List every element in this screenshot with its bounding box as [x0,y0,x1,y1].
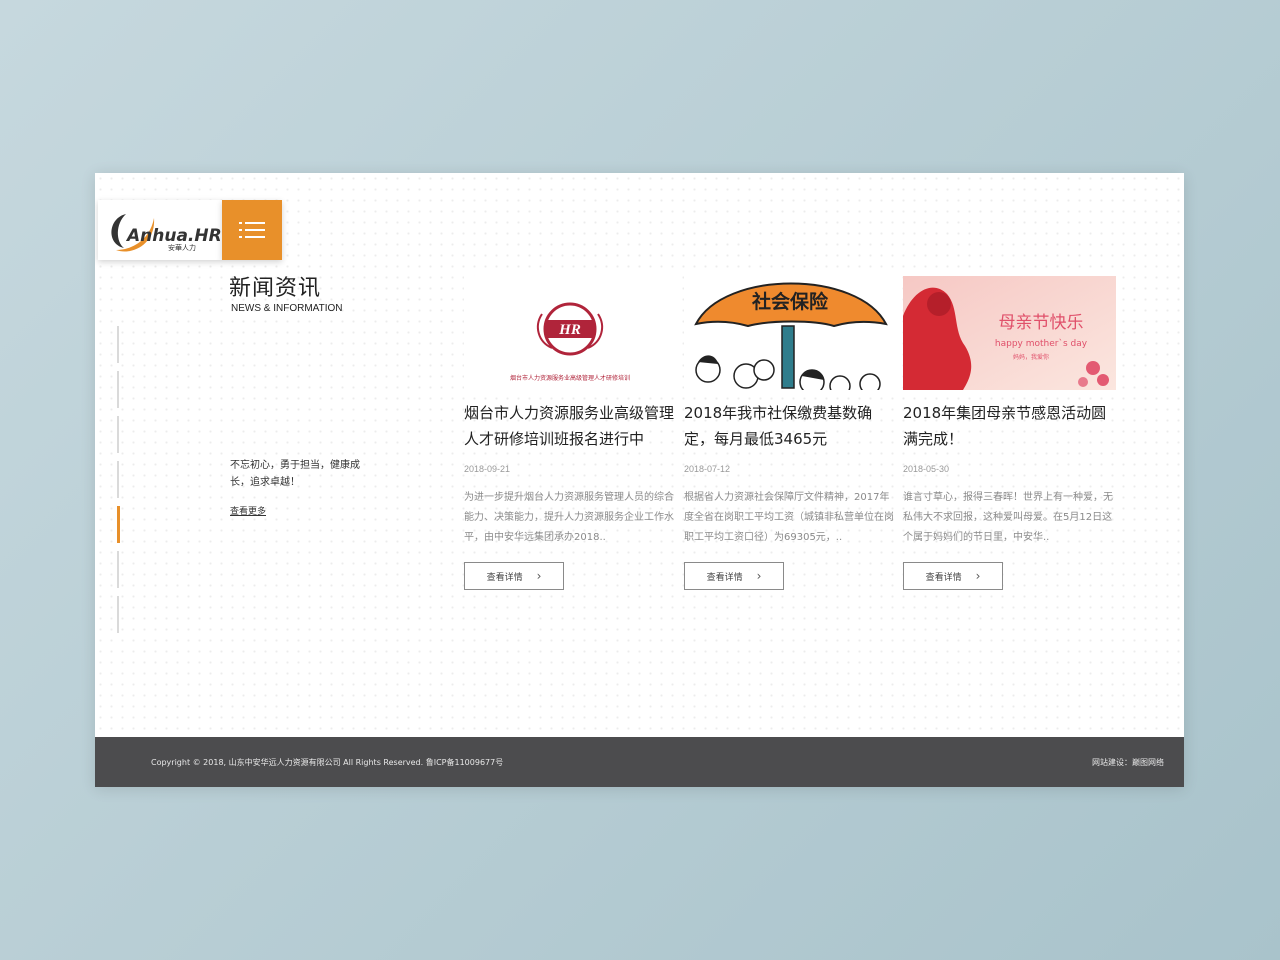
page-container: Anhua.HR 安華人力 新闻资讯 NEWS & INFORMATION 不忘… [95,173,1184,787]
logo-text: Anhua.HR [125,226,222,246]
rail-item-1[interactable] [117,326,119,363]
logo-icon: Anhua.HR 安華人力 [111,214,222,252]
news-detail-button[interactable]: 查看详情 › [684,562,784,590]
hr-emblem-icon: HR [558,322,581,338]
thumb-caption: 社会保险 [751,290,829,313]
hamburger-icon [239,222,265,238]
news-date: 2018-07-12 [684,464,731,474]
news-excerpt: 根据省人力资源社会保障厅文件精神，2017年度全省在岗职工平均工资（城镇非私营单… [684,492,894,543]
menu-button[interactable] [222,200,282,260]
thumb-caption-small: 妈妈，我爱你 [1013,353,1049,361]
rail-item-2[interactable] [117,371,119,408]
button-label: 查看详情 [925,572,962,583]
copyright-text: Copyright © 2018, 山东中安华远人力资源有限公司 All Rig… [151,758,504,767]
news-title[interactable]: 2018年我市社保缴费基数确定，每月最低3465元 [684,400,897,452]
view-more-link[interactable]: 查看更多 [230,504,266,517]
chevron-right-icon: › [975,569,981,583]
thumb-caption-en: happy mother`s day [995,338,1088,349]
news-date: 2018-05-30 [903,464,950,474]
news-thumbnail-3[interactable]: 母亲节快乐 happy mother`s day 妈妈，我爱你 [903,276,1116,390]
rail-item-7[interactable] [117,596,119,633]
news-detail-button[interactable]: 查看详情 › [903,562,1003,590]
logo-subtext: 安華人力 [168,243,196,252]
site-logo[interactable]: Anhua.HR 安華人力 [98,200,222,260]
rail-item-4[interactable] [117,461,119,498]
section-title: 新闻资讯 [229,276,322,301]
news-card-2[interactable]: 社会保险 2018年我市社保缴费基数确定，每月最低3465元 2018-07-1… [684,276,897,590]
rail-item-6[interactable] [117,551,119,588]
site-builder-link[interactable]: 网站建设：巅图网络 [1092,757,1164,768]
section-subtitle: NEWS & INFORMATION [231,303,343,314]
news-detail-button[interactable]: 查看详情 › [464,562,564,590]
news-date: 2018-09-21 [464,464,511,474]
news-thumbnail-2[interactable]: 社会保险 [684,276,897,390]
news-card-3[interactable]: 母亲节快乐 happy mother`s day 妈妈，我爱你 2018年集团母… [903,276,1116,590]
rail-item-5-active[interactable] [117,506,120,543]
news-card-1[interactable]: HR 烟台市人力资源服务业高级管理人才研修培训 烟台市人力资源服务业高级管理人才… [464,276,677,590]
section-motto: 不忘初心，勇于担当，健康成长，追求卓越！ [230,460,360,488]
site-footer: Copyright © 2018, 山东中安华远人力资源有限公司 All Rig… [95,737,1184,787]
rail-item-3[interactable] [117,416,119,453]
news-title[interactable]: 2018年集团母亲节感恩活动圆满完成！ [903,400,1116,452]
chevron-right-icon: › [756,569,762,583]
button-label: 查看详情 [486,572,523,583]
news-excerpt: 为进一步提升烟台人力资源服务管理人员的综合能力、决策能力，提升人力资源服务企业工… [464,492,674,543]
news-thumbnail-1[interactable]: HR 烟台市人力资源服务业高级管理人才研修培训 [464,276,677,390]
button-label: 查看详情 [706,572,743,583]
chevron-right-icon: › [536,569,542,583]
thumb-caption: 烟台市人力资源服务业高级管理人才研修培训 [510,374,630,382]
news-title[interactable]: 烟台市人力资源服务业高级管理人才研修培训班报名进行中 [464,400,677,452]
news-excerpt: 谁言寸草心，报得三春晖！世界上有一种爱，无私伟大不求回报，这种爱叫母爱。在5月1… [903,492,1113,543]
thumb-caption: 母亲节快乐 [999,313,1084,333]
